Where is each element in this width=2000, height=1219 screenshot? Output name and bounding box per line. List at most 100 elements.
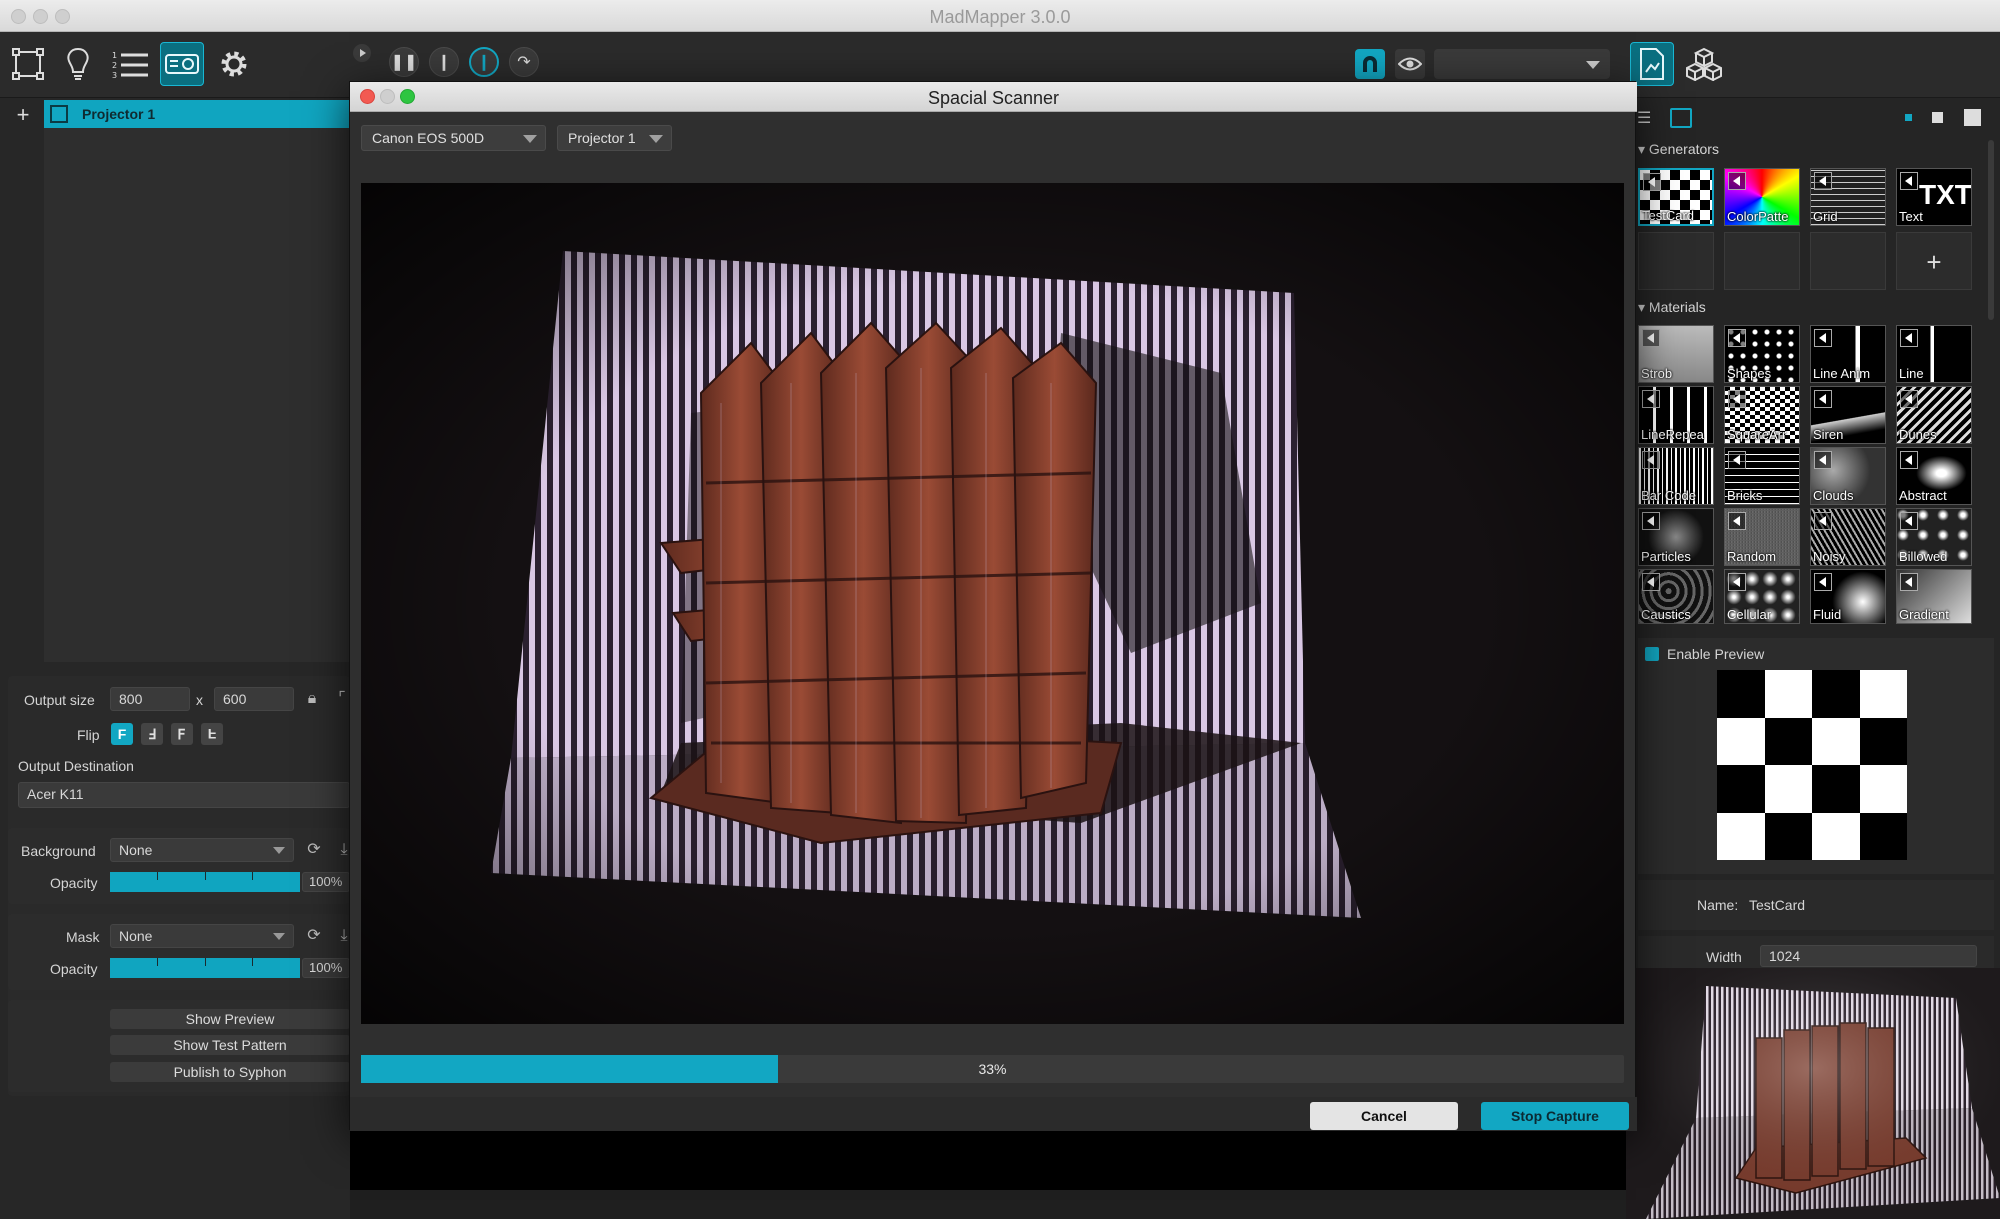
material-squarearr[interactable]: SquareArr [1724,386,1800,444]
flip-horizontal-button[interactable]: Ⅎ [141,723,163,745]
flip-both-button[interactable]: F [201,723,223,745]
large-thumb-size-icon[interactable] [1964,109,1981,126]
lock-icon[interactable]: 🔒︎ [302,689,322,709]
material-dunes[interactable]: Dunes [1896,386,1972,444]
surfaces-icon[interactable] [6,42,50,86]
width-field[interactable]: 1024 [1760,945,1977,967]
projector-list-item[interactable]: Projector 1 [44,100,350,128]
list-icon[interactable]: 123 [108,42,152,86]
add-projector-icon[interactable]: + [10,104,36,126]
show-test-pattern-button[interactable]: Show Test Pattern [110,1035,350,1055]
projector-color-swatch[interactable] [50,105,68,123]
generator-testcard[interactable]: TestCard [1638,168,1714,226]
projector-icon[interactable] [160,42,204,86]
publish-syphon-button[interactable]: Publish to Syphon [110,1062,350,1082]
output-width-field[interactable]: 800 [110,687,190,711]
play-icon[interactable] [1900,512,1918,530]
library-scrollbar[interactable] [1988,140,1994,320]
material-clouds[interactable]: Clouds [1810,447,1886,505]
generators-header[interactable]: ▾ Generators [1638,141,1719,158]
flip-vertical-button[interactable]: Ⅎ [171,723,193,745]
play-icon[interactable] [1814,573,1832,591]
play-icon[interactable] [1728,329,1746,347]
material-noisy[interactable]: Noisy [1810,508,1886,566]
play-icon[interactable] [1728,451,1746,469]
material-caustics[interactable]: Caustics [1638,569,1714,624]
play-icon[interactable] [1814,451,1832,469]
play-icon[interactable] [1643,173,1661,191]
camera-select[interactable]: Canon EOS 500D [361,125,546,151]
material-random[interactable]: Random [1724,508,1800,566]
small-thumb-size-icon[interactable] [1905,114,1912,121]
material-cellular[interactable]: Cellular [1724,569,1800,624]
list-view-icon[interactable]: ☰ [1637,108,1657,128]
stop-capture-button[interactable]: Stop Capture [1481,1102,1629,1130]
material-fluid[interactable]: Fluid [1810,569,1886,624]
material-strob[interactable]: Strob [1638,325,1714,383]
mask-select[interactable]: None [110,924,294,948]
background-select[interactable]: None [110,838,294,862]
redo-icon[interactable]: ↷ [509,47,539,77]
play-icon[interactable] [1642,451,1660,469]
lightbulb-icon[interactable] [56,42,100,86]
play-icon[interactable] [1642,329,1660,347]
background-opacity-slider[interactable] [110,872,300,892]
magnet-icon[interactable] [1355,49,1385,79]
refresh-icon[interactable]: ⟳ [304,840,324,860]
output-destination-select[interactable]: Acer K11 [18,782,350,808]
material-abstract[interactable]: Abstract [1896,447,1972,505]
output-dropdown[interactable] [1434,49,1610,79]
play-icon[interactable] [1900,451,1918,469]
medium-thumb-size-icon[interactable] [1932,112,1943,123]
generator-text[interactable]: TXT Text [1896,168,1972,226]
enable-preview-checkbox[interactable] [1645,647,1659,661]
pause-icon[interactable]: ❚❚ [389,47,419,77]
play-icon[interactable] [1728,573,1746,591]
mask-opacity-slider[interactable] [110,958,300,978]
play-icon[interactable] [1814,172,1832,190]
material-linerepea[interactable]: LineRepea [1638,386,1714,444]
material-siren[interactable]: Siren [1810,386,1886,444]
background-opacity-value[interactable]: 100% [302,872,350,892]
cubes-icon[interactable] [1682,42,1726,86]
projector-select[interactable]: Projector 1 [557,125,672,151]
play-icon[interactable] [1900,172,1918,190]
stop-icon[interactable]: ❙ [429,47,459,77]
refresh-icon[interactable]: ⟳ [304,926,324,946]
show-preview-button[interactable]: Show Preview [110,1009,350,1029]
play-icon[interactable] [1642,573,1660,591]
play-icon[interactable] [1814,512,1832,530]
flip-none-button[interactable]: F [111,723,133,745]
collapse-icon[interactable] [353,44,371,62]
material-line-anim[interactable]: Line Anim [1810,325,1886,383]
play-icon[interactable] [1728,512,1746,530]
add-generator-button[interactable]: + [1896,232,1972,290]
material-line[interactable]: Line [1896,325,1972,383]
output-height-field[interactable]: 600 [214,687,294,711]
play-icon[interactable] [1900,329,1918,347]
cancel-button[interactable]: Cancel [1310,1102,1458,1130]
materials-header[interactable]: ▾ Materials [1638,299,1706,316]
material-shapes[interactable]: Shapes [1724,325,1800,383]
generator-grid[interactable]: Grid [1810,168,1886,226]
power-icon[interactable]: ❙ [469,47,499,77]
gear-icon[interactable] [212,42,256,86]
generator-colorpatte[interactable]: ColorPatte [1724,168,1800,226]
play-icon[interactable] [1642,512,1660,530]
image-view-icon[interactable] [1670,108,1692,128]
play-icon[interactable] [1728,390,1746,408]
document-icon[interactable] [1630,42,1674,86]
material-gradient[interactable]: Gradient [1896,569,1972,624]
mask-opacity-value[interactable]: 100% [302,958,350,978]
material-particles[interactable]: Particles [1638,508,1714,566]
play-icon[interactable] [1814,390,1832,408]
play-icon[interactable] [1900,390,1918,408]
play-icon[interactable] [1642,390,1660,408]
play-icon[interactable] [1728,172,1746,190]
material-bricks[interactable]: Bricks [1724,447,1800,505]
material-bar-code[interactable]: Bar Code [1638,447,1714,505]
eye-icon[interactable] [1395,49,1425,79]
material-billowed[interactable]: Billowed [1896,508,1972,566]
play-icon[interactable] [1900,573,1918,591]
play-icon[interactable] [1814,329,1832,347]
